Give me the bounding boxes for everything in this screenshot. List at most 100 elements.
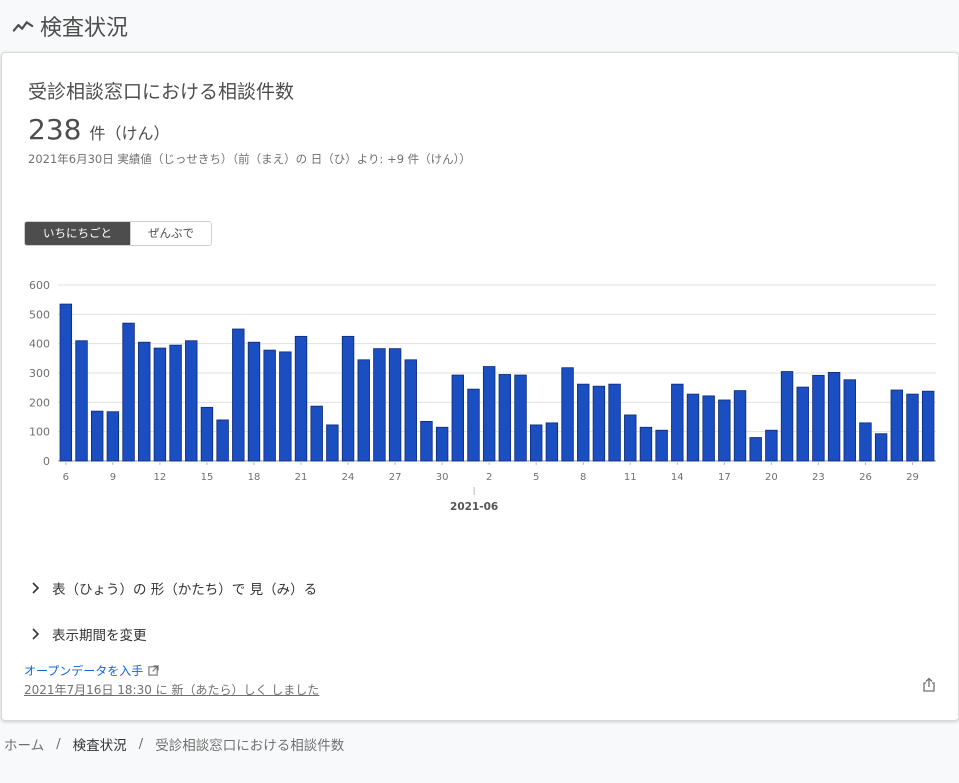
bar: [906, 393, 919, 462]
table-expander-label: 表（ひょう）の 形（かたち）で 見（み）る: [52, 582, 318, 598]
bar: [624, 414, 637, 462]
period-expander[interactable]: 表示期間を変更: [28, 624, 147, 644]
y-tick-label: 400: [29, 338, 50, 351]
bar: [122, 322, 135, 462]
bar: [780, 371, 794, 462]
x-tick-label: 11: [624, 472, 637, 483]
bar: [59, 303, 73, 462]
bar: [326, 424, 339, 462]
x-tick-label: 29: [906, 472, 919, 483]
table-expander[interactable]: 表（ひょう）の 形（かたち）で 見（み）る: [28, 578, 317, 598]
x-tick-label: 6: [63, 472, 69, 483]
bar: [106, 411, 120, 462]
breadcrumb-current: 受診相談窓口における相談件数: [155, 738, 345, 754]
chart-line-icon: [12, 21, 34, 32]
breadcrumb-separator: /: [138, 736, 144, 752]
card-title: 受診相談窓口における相談件数: [28, 81, 295, 103]
bar: [812, 374, 825, 462]
bar: [90, 410, 104, 462]
bar: [529, 424, 543, 462]
x-tick-label: 12: [154, 472, 167, 483]
x-tick-label: 26: [859, 472, 872, 483]
x-tick-label: 9: [110, 472, 116, 483]
x-tick-label: 8: [580, 472, 586, 483]
bar: [216, 419, 229, 462]
bar: [859, 422, 872, 462]
bar: [294, 335, 308, 462]
page-title: 検査状況: [40, 16, 129, 41]
bar: [435, 426, 449, 462]
bar: [482, 366, 496, 462]
toggle-total-button[interactable]: ぜんぶで: [130, 222, 211, 245]
bar: [749, 437, 762, 462]
x-tick-label: 20: [765, 472, 778, 483]
breadcrumb-separator: /: [56, 736, 61, 752]
breadcrumb-home[interactable]: ホーム: [4, 734, 44, 754]
x-tick-label: 30: [436, 472, 449, 483]
bar-chart: 0 100 200 300 400 500 600 6 9 12 15 18 21 24 27 30 2 5 8 11…: [29, 279, 936, 513]
bar: [718, 399, 731, 462]
bar: [247, 341, 261, 462]
bar: [169, 344, 182, 462]
bar: [373, 348, 386, 462]
bar: [388, 348, 402, 462]
external-link-icon: [148, 665, 159, 676]
bar: [577, 383, 590, 462]
y-tick-label: 100: [29, 426, 50, 439]
bar: [138, 341, 151, 462]
x-tick-label: 24: [342, 472, 355, 483]
bar: [921, 390, 935, 462]
breadcrumb-parent[interactable]: 検査状況: [73, 734, 127, 754]
bar: [451, 374, 465, 462]
x-tick-label: 21: [295, 472, 308, 483]
chevron-right-icon: [32, 628, 40, 640]
breadcrumb: ホーム / 検査状況 / 受診相談窓口における相談件数: [4, 734, 344, 754]
bar: [608, 383, 621, 462]
y-tick-label: 500: [29, 308, 50, 321]
main-value: 238 件（けん）: [28, 113, 169, 146]
bar: [514, 374, 527, 462]
bar: [232, 328, 245, 462]
main-unit: 件（けん）: [89, 124, 170, 143]
open-data-link[interactable]: オープンデータを入手: [24, 662, 159, 679]
bar: [200, 406, 214, 462]
x-tick-label: 5: [533, 472, 539, 483]
bar: [796, 386, 809, 462]
bar: [185, 340, 198, 462]
y-tick-label: 200: [29, 396, 50, 409]
bar: [639, 426, 653, 462]
chart-card: 受診相談窓口における相談件数 238 件（けん） 2021年6月30日 実績値（…: [1, 52, 959, 721]
y-tick-label: 600: [29, 279, 50, 292]
y-tick-label: 0: [43, 455, 50, 468]
bar: [890, 389, 904, 462]
bar: [592, 385, 606, 462]
bar: [671, 383, 684, 462]
bar: [655, 429, 668, 462]
bar: [467, 388, 480, 462]
period-expander-label: 表示期間を変更: [52, 628, 147, 644]
bar: [310, 405, 323, 462]
bar: [75, 340, 88, 462]
x-tick-label: 17: [718, 472, 731, 483]
bar: [404, 359, 417, 462]
bar: [498, 374, 512, 462]
bar: [357, 359, 370, 462]
bar: [874, 433, 888, 462]
updated-timestamp: 2021年7月16日 18:30 に 新（あたら）しく しました: [24, 683, 320, 697]
bar: [341, 335, 355, 462]
page-header: 検査状況: [12, 10, 128, 42]
bar: [561, 367, 574, 462]
bar: [263, 349, 276, 462]
bar: [420, 420, 433, 462]
x-tick-label: 23: [812, 472, 825, 483]
bar: [765, 429, 778, 462]
bar: [827, 372, 841, 462]
open-data-label: オープンデータを入手: [24, 664, 144, 678]
x-tick-label: 14: [671, 472, 684, 483]
main-number: 238: [28, 113, 82, 146]
toggle-daily-button[interactable]: いちにちごと: [25, 222, 130, 245]
bar: [153, 347, 167, 462]
x-tick-label: 18: [248, 472, 261, 483]
bar: [279, 351, 292, 462]
share-icon[interactable]: [921, 677, 937, 693]
